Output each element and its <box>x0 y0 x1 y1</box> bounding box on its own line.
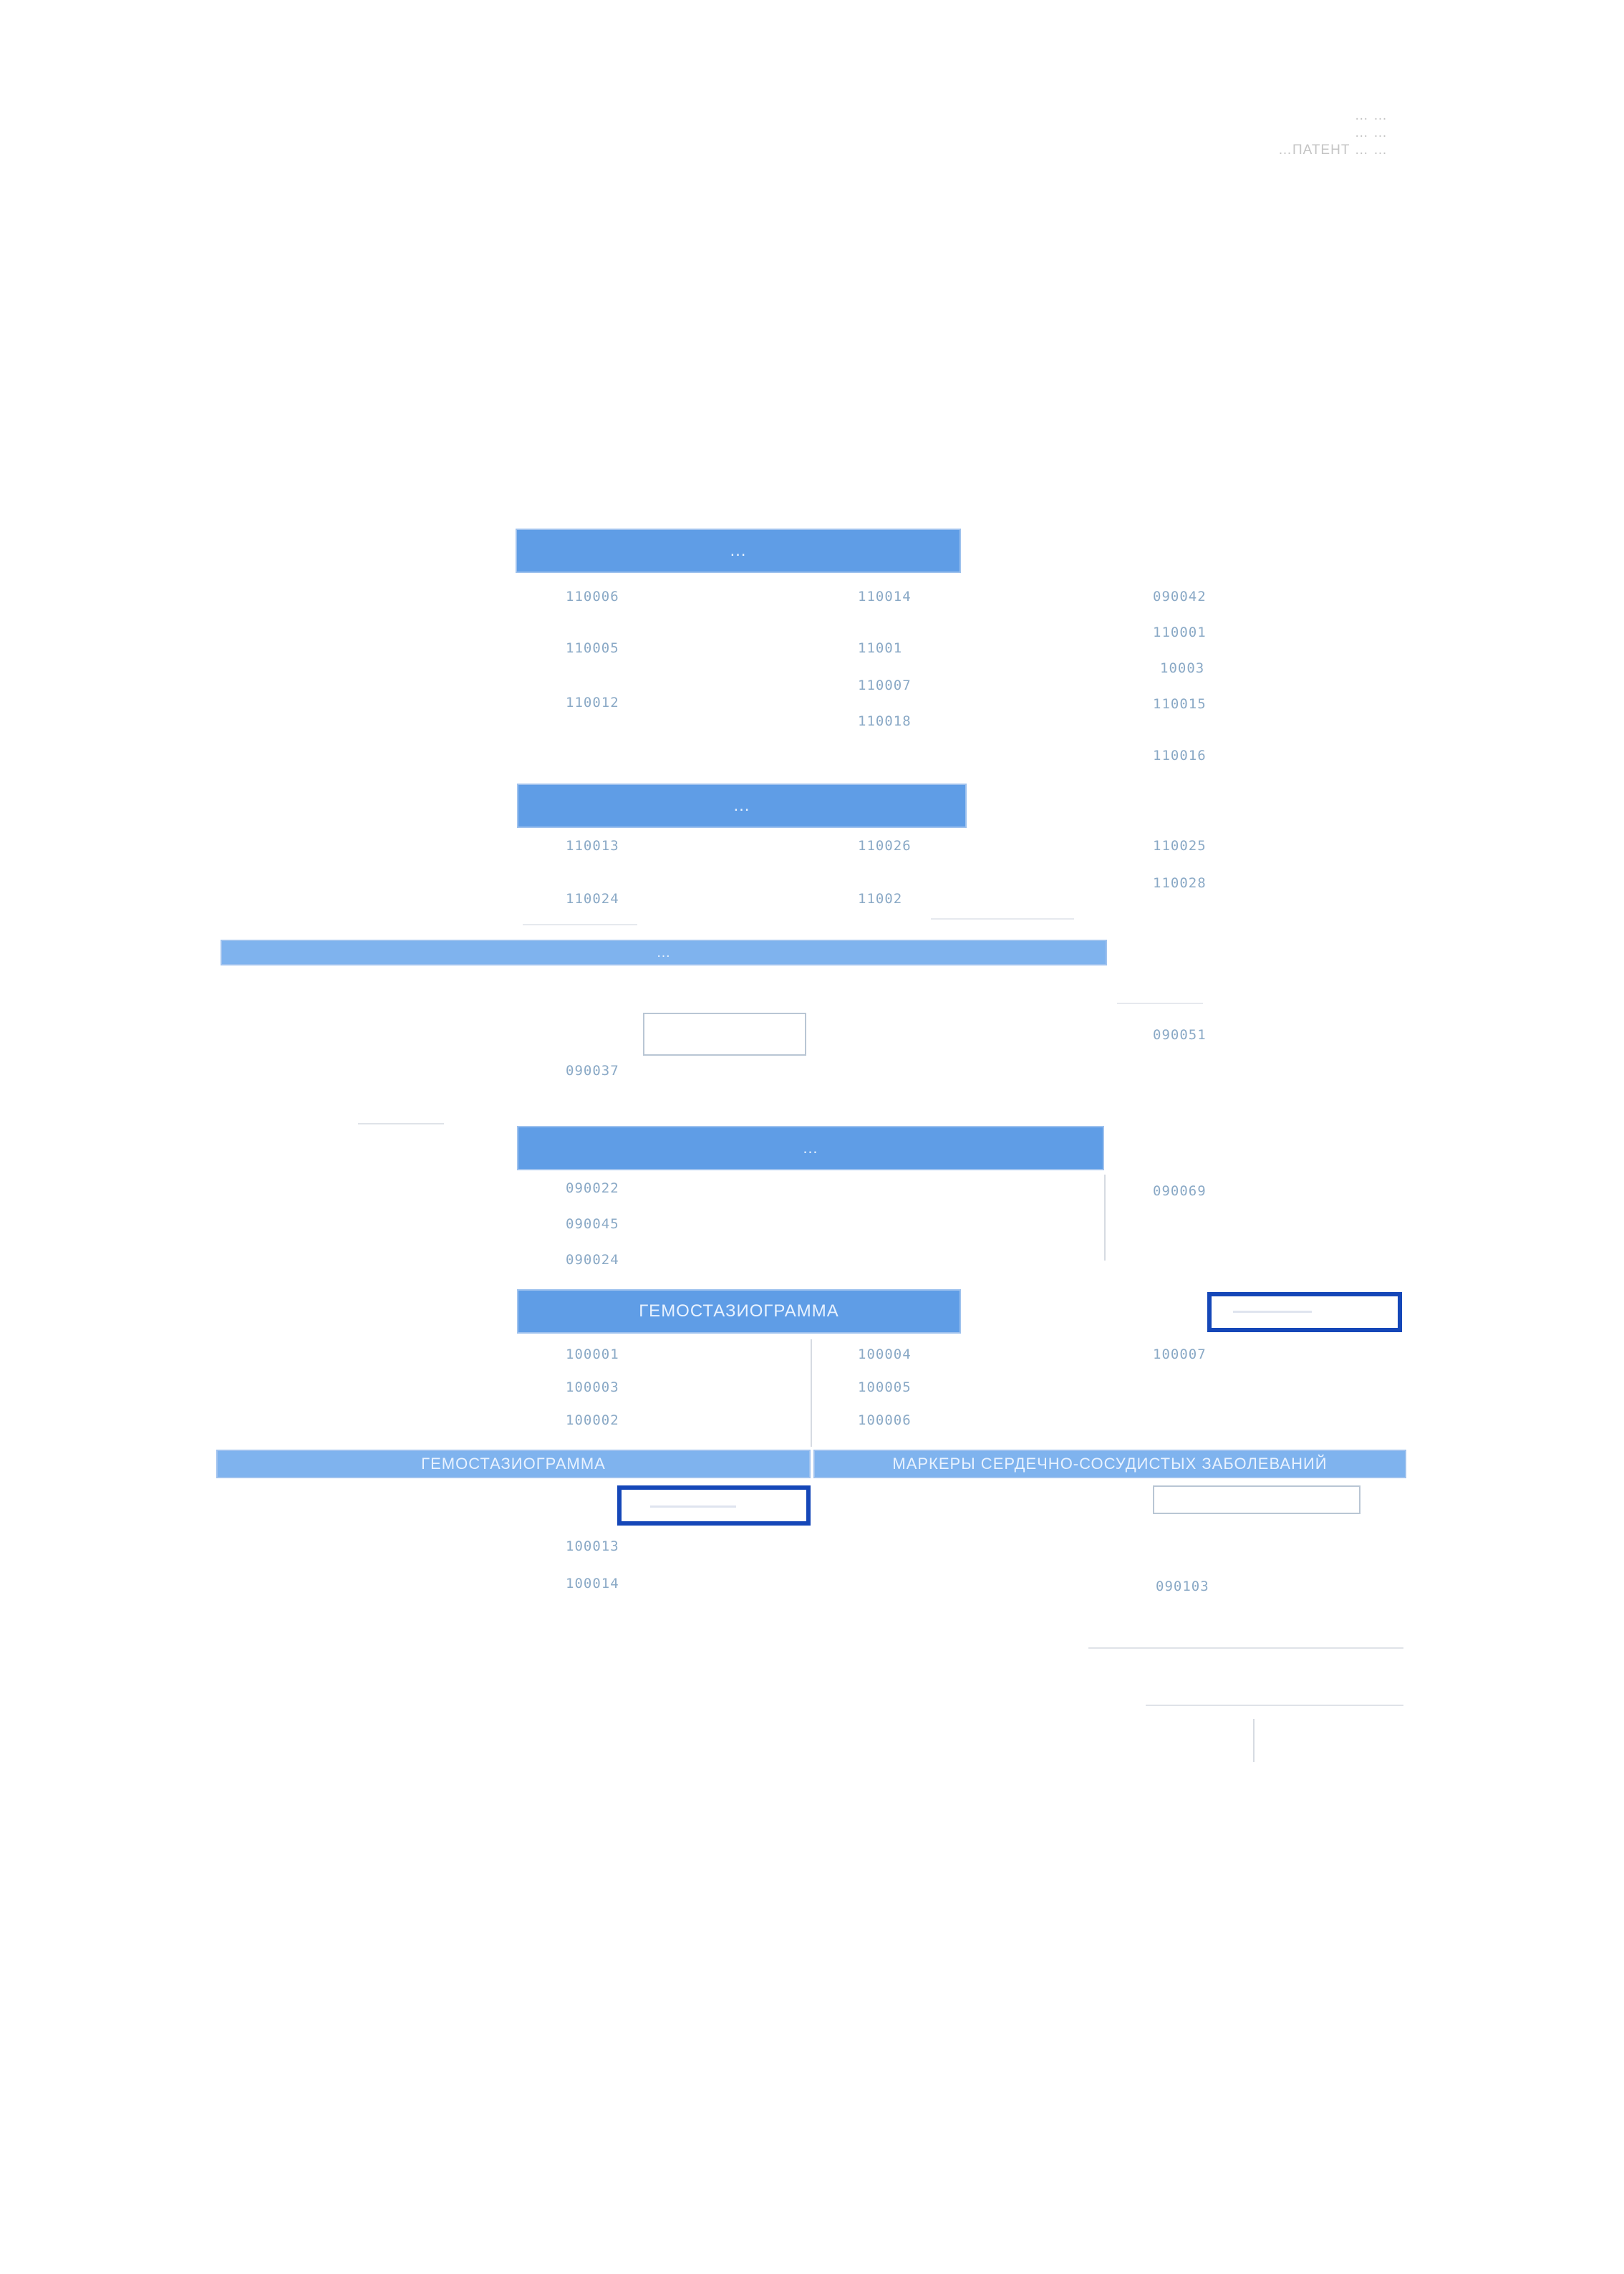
scan-noise <box>1117 1003 1203 1004</box>
scan-noise <box>523 924 637 925</box>
code-090022: 090022 <box>566 1180 619 1196</box>
section-header-7: МАРКЕРЫ СЕРДЕЧНО-СОСУДИСТЫХ ЗАБОЛЕВАНИЙ <box>813 1450 1406 1478</box>
code-110005: 110005 <box>566 640 619 656</box>
code-110013: 110013 <box>566 838 619 854</box>
code-110007: 110007 <box>858 678 912 693</box>
section-header-5: ГЕМОСТАЗИОГРАММА <box>517 1289 961 1334</box>
code-110006: 110006 <box>566 589 619 604</box>
code-110014: 110014 <box>858 589 912 604</box>
section-header-2: … <box>517 784 967 828</box>
code-090045: 090045 <box>566 1216 619 1232</box>
code-11002: 11002 <box>858 891 903 907</box>
column-divider-2 <box>811 1339 812 1447</box>
blue-redaction-mark-1 <box>1207 1292 1402 1332</box>
header-line-2: … … <box>1354 125 1388 140</box>
faint-box <box>643 1013 806 1056</box>
code-100004: 100004 <box>858 1346 912 1362</box>
scan-line <box>358 1123 444 1124</box>
code-100014: 100014 <box>566 1576 619 1591</box>
code-110015: 110015 <box>1153 696 1207 712</box>
scan-noise <box>931 918 1074 920</box>
scan-line <box>1253 1719 1255 1762</box>
code-090051: 090051 <box>1153 1027 1207 1043</box>
code-100005: 100005 <box>858 1379 912 1395</box>
blue-redaction-mark-2 <box>617 1485 811 1526</box>
scan-line <box>1088 1647 1403 1649</box>
section-header-6: ГЕМОСТАЗИОГРАММА <box>216 1450 811 1478</box>
code-100001: 100001 <box>566 1346 619 1362</box>
code-110012: 110012 <box>566 695 619 710</box>
section-header-4: … <box>517 1126 1104 1170</box>
column-divider <box>1104 1175 1106 1261</box>
code-110001: 110001 <box>1153 625 1207 640</box>
code-110018: 110018 <box>858 713 912 729</box>
scan-line <box>1146 1705 1403 1706</box>
code-100003: 100003 <box>566 1379 619 1395</box>
section-header-1: … <box>516 529 961 573</box>
code-090024: 090024 <box>566 1252 619 1268</box>
empty-box <box>1153 1485 1360 1514</box>
code-100002: 100002 <box>566 1412 619 1428</box>
code-110016: 110016 <box>1153 748 1207 763</box>
code-110026: 110026 <box>858 838 912 854</box>
code-10003: 10003 <box>1160 660 1205 676</box>
code-100006: 100006 <box>858 1412 912 1428</box>
header-line-3: …ПАТЕНТ … … <box>1277 143 1388 158</box>
code-100007: 100007 <box>1153 1346 1207 1362</box>
code-090042: 090042 <box>1153 589 1207 604</box>
document-header: … … … … …ПАТЕНТ … … <box>1015 107 1388 159</box>
code-090037: 090037 <box>566 1063 619 1079</box>
section-header-3: … <box>221 940 1107 965</box>
code-090069: 090069 <box>1153 1183 1207 1199</box>
code-100013: 100013 <box>566 1538 619 1554</box>
code-110024: 110024 <box>566 891 619 907</box>
code-110028: 110028 <box>1153 875 1207 891</box>
header-line-1: … … <box>1354 108 1388 123</box>
code-090103: 090103 <box>1156 1579 1209 1594</box>
code-110025: 110025 <box>1153 838 1207 854</box>
code-11001: 11001 <box>858 640 903 656</box>
